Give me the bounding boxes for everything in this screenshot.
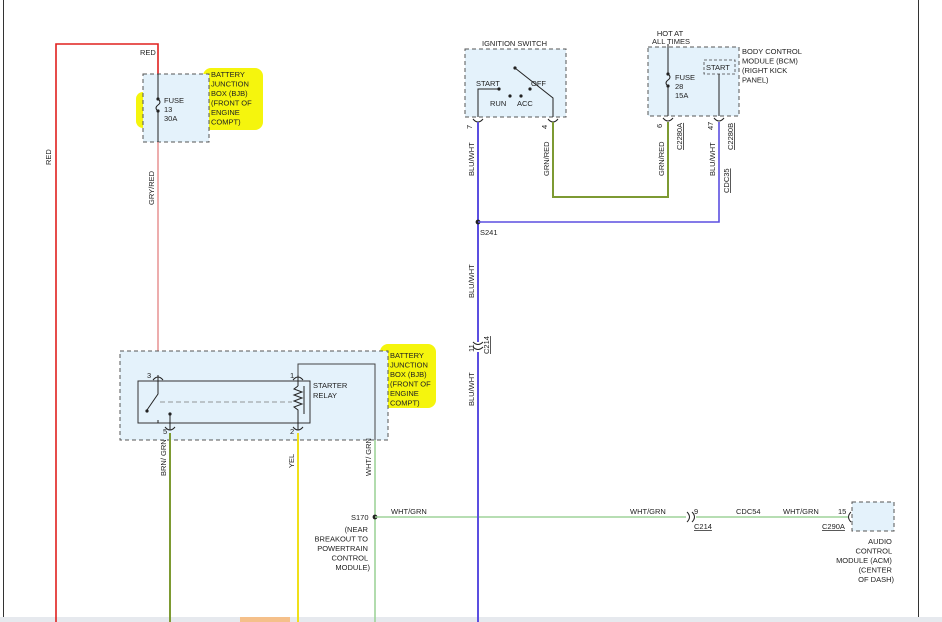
bcm-conn-a: C2280A bbox=[675, 123, 684, 150]
wire-label-cdc35: CDC35 bbox=[722, 168, 731, 193]
wire-label-wht-grn-3: WHT/GRN bbox=[783, 507, 819, 516]
acm-pin: 15 bbox=[838, 507, 846, 516]
c214-bottom-conn: C214 bbox=[694, 522, 712, 531]
wire-label-wht-grn-vertical: WHT/ GRN bbox=[364, 438, 373, 476]
bcm-start-label: START bbox=[706, 63, 730, 72]
bcm-pin47-connector bbox=[713, 117, 725, 122]
pin2-label: 2 bbox=[290, 427, 294, 436]
ignition-off-node bbox=[528, 87, 532, 91]
ignition-title: IGNITION SWITCH bbox=[482, 39, 547, 48]
ignition-run: RUN bbox=[490, 99, 506, 108]
wire-label-grn-red-1: GRN/RED bbox=[542, 141, 551, 176]
ignition-run-node bbox=[508, 94, 512, 98]
fuse13-node-top bbox=[156, 97, 160, 101]
bcm-hot-label: HOT AT ALL TIMES bbox=[652, 29, 690, 46]
acm-box bbox=[851, 501, 895, 532]
splice-s170-desc: (NEAR BREAKOUT TO POWERTRAIN CONTROL MOD… bbox=[315, 525, 371, 572]
c214-top-conn: C214 bbox=[482, 336, 491, 354]
acm-connector bbox=[848, 511, 852, 523]
bottom-strip bbox=[0, 617, 942, 622]
wire-label-blu-wht-1: BLU/WHT bbox=[467, 142, 476, 176]
bcm-pin6-connector bbox=[662, 117, 674, 122]
splice-s241-label: S241 bbox=[480, 228, 498, 237]
splice-s170-label: S170 bbox=[351, 513, 369, 522]
bjb-top-box bbox=[142, 73, 210, 143]
bcm-pin47: 47 bbox=[706, 122, 715, 130]
relay-switch-contact bbox=[145, 409, 149, 413]
bcm-pin6: 6 bbox=[655, 124, 664, 128]
pin1-label: 1 bbox=[290, 371, 294, 380]
fuse28-node-top bbox=[666, 72, 670, 76]
acm-label: AUDIO CONTROL MODULE (ACM) (CENTER OF DA… bbox=[836, 537, 894, 584]
ignition-start: START bbox=[476, 79, 500, 88]
wiring-diagram: RED RED FUSE 13 30A BATTERY JUNCTION BOX… bbox=[0, 0, 942, 622]
ignition-pin4: 4 bbox=[540, 125, 549, 129]
wire-label-blu-wht-3: BLU/WHT bbox=[467, 372, 476, 406]
wire-label-yel: YEL bbox=[287, 454, 296, 468]
pin5-label: 5 bbox=[163, 427, 167, 436]
wire-label-blu-wht-bcm: BLU/WHT bbox=[708, 142, 717, 176]
bcm-conn-b: C2280B bbox=[726, 123, 735, 150]
wire-label-cdc54: CDC54 bbox=[736, 507, 761, 516]
wire-label-red-top: RED bbox=[140, 48, 156, 57]
wire-label-wht-grn-2: WHT/GRN bbox=[630, 507, 666, 516]
c214-bottom-pin: 9 bbox=[694, 507, 698, 516]
acm-conn: C290A bbox=[822, 522, 845, 531]
wire-grn-red bbox=[552, 122, 669, 198]
ignition-acc-node bbox=[519, 94, 523, 98]
ignition-wiper-pivot bbox=[513, 66, 517, 70]
bcm-label: BODY CONTROL MODULE (BCM) (RIGHT KICK PA… bbox=[742, 47, 804, 85]
wire-label-wht-grn-1: WHT/GRN bbox=[391, 507, 427, 516]
wire-label-red-side: RED bbox=[44, 149, 53, 165]
ignition-pin7: 7 bbox=[465, 125, 474, 129]
bottom-strip-accent bbox=[240, 617, 290, 622]
wire-label-blu-wht-2: BLU/WHT bbox=[467, 264, 476, 298]
wire-label-grn-red-2: GRN/RED bbox=[657, 141, 666, 176]
ignition-acc: ACC bbox=[517, 99, 533, 108]
wire-label-gry-red: GRY/RED bbox=[147, 170, 156, 205]
pin3-label: 3 bbox=[147, 371, 151, 380]
ignition-pin7-connector bbox=[472, 118, 484, 123]
ignition-pin4-connector bbox=[547, 118, 559, 123]
c214-top-pin: 11 bbox=[467, 344, 476, 352]
wire-label-brn-grn: BRN/ GRN bbox=[159, 439, 168, 476]
